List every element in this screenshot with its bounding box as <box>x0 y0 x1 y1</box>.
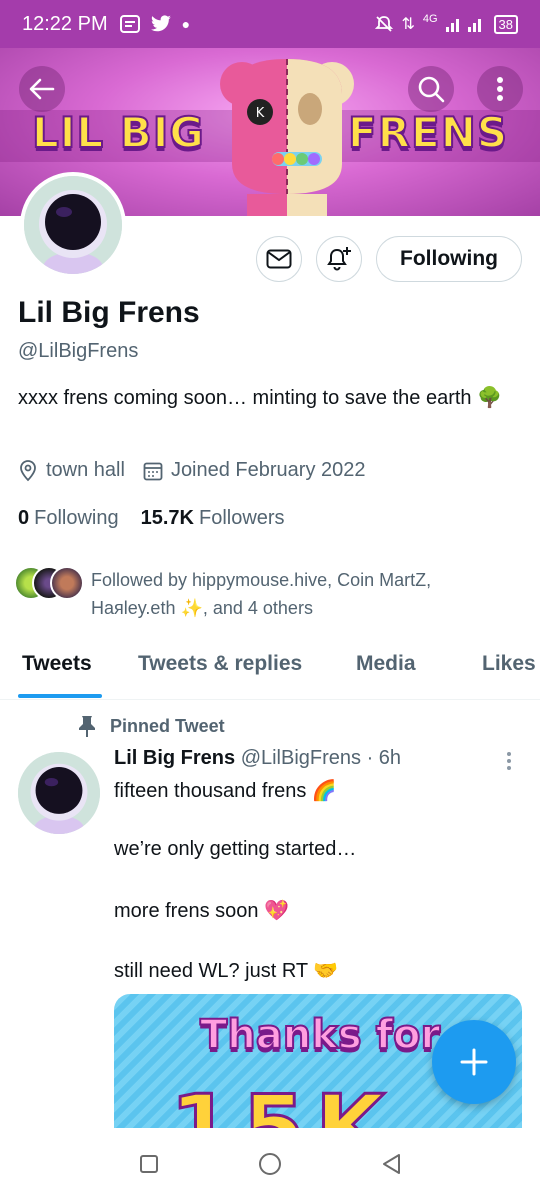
system-nav-bar <box>0 1128 540 1200</box>
nav-back-triangle-icon[interactable] <box>380 1152 402 1176</box>
compose-plus-icon <box>460 1048 488 1076</box>
banner-title-left: LIL BIG <box>31 107 205 158</box>
followers-label: Followers <box>198 507 285 529</box>
pinned-label: Pinned Tweet <box>110 715 225 736</box>
tweet-time: · 6h <box>366 747 402 769</box>
tweet-author-handle: @LilBigFrens <box>240 747 362 769</box>
profile-handle: @LilBigFrens <box>18 340 139 362</box>
following-button[interactable]: Following <box>376 236 522 282</box>
notification-icon <box>119 15 140 33</box>
location-text: town hall <box>46 459 125 481</box>
profile-tabs: Tweets Tweets & replies Media Likes <box>0 640 540 700</box>
nav-square-icon[interactable] <box>138 1153 160 1175</box>
back-arrow-icon <box>29 78 55 100</box>
following-count-link[interactable]: 0 Following <box>18 507 119 530</box>
followers-count: 15.7K <box>140 507 194 529</box>
tab-media[interactable]: Media <box>356 652 416 676</box>
status-time: 12:22 PM <box>22 12 108 35</box>
nav-circle-icon[interactable] <box>257 1151 283 1177</box>
astronaut-avatar-image <box>18 752 100 834</box>
tweet-more-button[interactable] <box>504 750 514 777</box>
search-button[interactable] <box>408 66 454 112</box>
data-arrows-icon: ⇅ <box>401 16 415 33</box>
svg-text:K: K <box>256 106 265 121</box>
status-notification-icons: ● <box>119 15 191 33</box>
joined-text: Joined February 2022 <box>170 459 366 481</box>
status-bar: 12:22 PM ● ⇅ 4G 38 <box>0 0 540 48</box>
search-icon <box>418 76 445 103</box>
media-big-text: 15K <box>169 1075 395 1129</box>
twitter-bird-icon <box>150 15 171 32</box>
tweet-text-line: more frens soon 💖 <box>114 900 289 922</box>
banner-title-right: FRENS <box>347 107 509 158</box>
tweet-text-line: fifteen thousand frens 🌈 <box>114 780 337 802</box>
pin-icon <box>79 716 95 737</box>
profile-avatar[interactable] <box>20 172 126 278</box>
followed-by-avatars[interactable] <box>14 566 84 600</box>
tweet-author-name[interactable]: Lil Big Frens <box>114 747 235 769</box>
signal-icon <box>445 19 481 32</box>
back-button[interactable] <box>19 66 65 112</box>
mute-bell-icon <box>375 16 394 32</box>
active-tab-indicator <box>18 694 102 698</box>
status-dot-icon: ● <box>181 16 191 32</box>
calendar-icon <box>143 462 163 480</box>
profile-name: Lil Big Frens <box>18 296 200 329</box>
tab-likes[interactable]: Likes <box>482 652 536 676</box>
mail-icon <box>266 249 292 269</box>
more-vertical-icon <box>497 77 503 101</box>
media-caption: Thanks for <box>199 1011 441 1059</box>
tab-tweets-replies[interactable]: Tweets & replies <box>138 652 302 676</box>
following-label: Following <box>34 507 119 529</box>
followers-count-link[interactable]: 15.7K Followers <box>141 507 285 530</box>
tab-tweets[interactable]: Tweets <box>22 652 92 676</box>
location-item: town hall <box>18 459 125 482</box>
banner-bear-illustration: K <box>220 59 354 216</box>
profile-meta: town hall Joined February 2022 <box>18 459 384 482</box>
joined-item: Joined February 2022 <box>143 459 366 482</box>
follow-counts: 0 Following 15.7K Followers <box>18 507 285 530</box>
tweet-header: Lil Big Frens @LilBigFrens · 6h <box>114 747 401 770</box>
tweet-text-line: we’re only getting started… <box>114 838 357 860</box>
followed-by-text[interactable]: Followed by hippymouse.hive, Coin MartZ,… <box>91 566 511 622</box>
network-label: 4G <box>422 13 438 25</box>
location-pin-icon <box>20 459 36 481</box>
tweet-author-avatar[interactable] <box>18 752 100 834</box>
battery-indicator: 38 <box>493 14 518 34</box>
profile-bio: xxxx frens coming soon… minting to save … <box>18 387 503 409</box>
follower-avatar <box>50 566 84 600</box>
astronaut-avatar-image <box>24 176 122 274</box>
following-count: 0 <box>18 507 30 529</box>
compose-tweet-button[interactable] <box>432 1020 516 1104</box>
pinned-indicator: Pinned Tweet <box>78 715 225 737</box>
tweet-text-line: still need WL? just RT 🤝 <box>114 960 339 982</box>
message-button[interactable] <box>256 236 302 282</box>
more-options-button[interactable] <box>477 66 523 112</box>
notifications-button[interactable] <box>316 236 362 282</box>
more-vertical-icon <box>507 752 511 770</box>
status-right: ⇅ 4G 38 <box>375 13 518 35</box>
bell-plus-icon <box>327 247 351 271</box>
